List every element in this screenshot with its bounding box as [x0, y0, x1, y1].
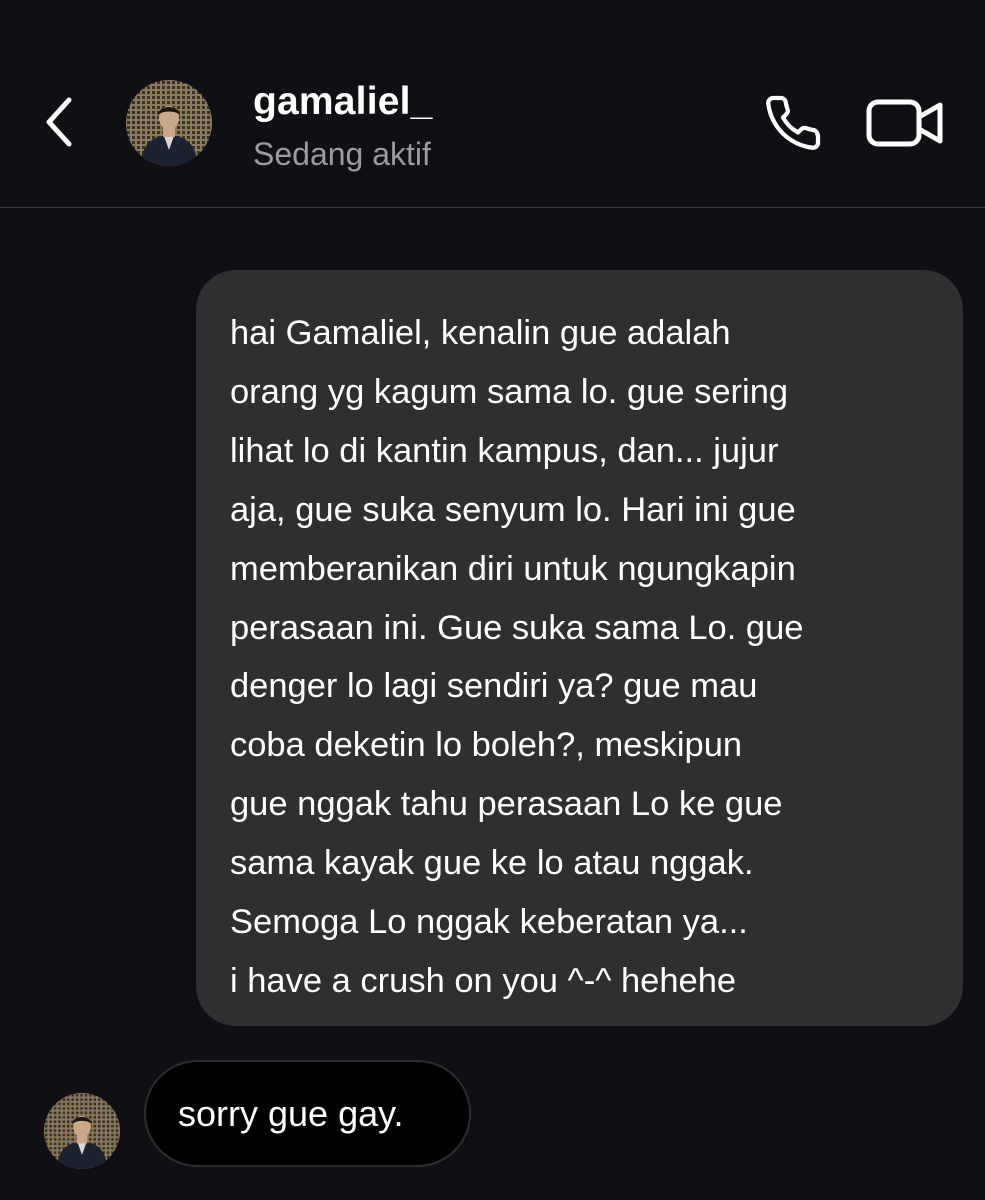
profile-photo — [126, 80, 212, 166]
back-button[interactable] — [30, 90, 90, 154]
message-line: denger lo lagi sendiri ya? gue mau — [230, 667, 758, 706]
phone-icon — [766, 95, 821, 150]
username[interactable]: gamaliel_ — [253, 80, 433, 124]
chevron-left-icon — [46, 97, 72, 147]
video-camera-icon — [866, 99, 943, 147]
message-line: sama kayak gue ke lo atau nggak. — [230, 844, 754, 883]
message-line: perasaan ini. Gue suka sama Lo. gue — [230, 608, 804, 647]
received-message-bubble[interactable]: sorry gue gay. — [144, 1060, 471, 1167]
message-line: lihat lo di kantin kampus, dan... jujur — [230, 431, 779, 470]
message-line: hai Gamaliel, kenalin gue adalah — [230, 314, 731, 352]
message-line: Semoga Lo nggak keberatan ya... — [230, 903, 748, 942]
message-line: orang yg kagum sama lo. gue sering — [230, 372, 789, 411]
sent-message-bubble[interactable]: hai Gamaliel, kenalin gue adalah orang y… — [196, 270, 963, 1026]
avatar[interactable] — [126, 80, 212, 166]
chat-header: gamaliel_ Sedang aktif — [0, 0, 985, 208]
voice-call-button[interactable] — [758, 90, 828, 156]
sender-avatar[interactable] — [44, 1093, 120, 1169]
video-call-button[interactable] — [862, 90, 948, 156]
message-line: aja, gue suka senyum lo. Hari ini gue — [230, 490, 796, 529]
active-status: Sedang aktif — [253, 136, 431, 172]
message-line: i have a crush on you ^-^ hehehe — [230, 961, 737, 1000]
message-line: gue nggak tahu perasaan Lo ke gue — [230, 785, 783, 824]
message-line: memberanikan diri untuk ngungkapin — [230, 549, 796, 588]
message-line: coba deketin lo boleh?, meskipun — [230, 726, 743, 765]
message-text: sorry gue gay. — [178, 1092, 404, 1134]
chat-screen: gamaliel_ Sedang aktif hai Gamaliel, ken… — [0, 0, 985, 1200]
profile-photo — [44, 1093, 120, 1169]
